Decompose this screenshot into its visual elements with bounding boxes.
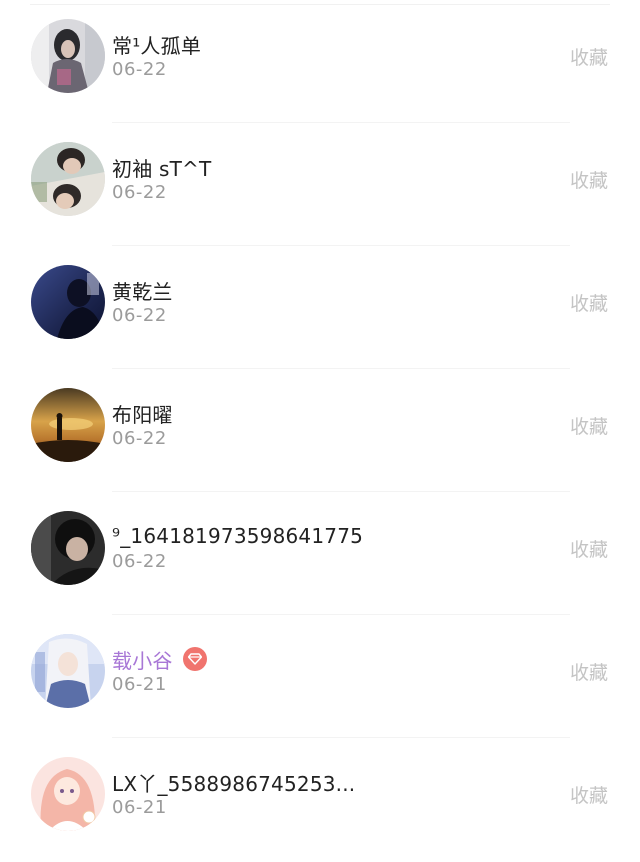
list-item[interactable]: 布阳曜 06-22 收藏 xyxy=(0,369,640,492)
avatar-anime-pink-hair-icon xyxy=(31,757,105,831)
avatar-photo-blue-night-icon xyxy=(31,265,105,339)
name-line: 载小谷 xyxy=(112,644,207,674)
date-label: 06-21 xyxy=(112,797,167,818)
name-line: 黄乾兰 xyxy=(112,275,173,305)
avatar[interactable] xyxy=(31,388,105,462)
date-label: 06-22 xyxy=(112,182,167,203)
collect-button[interactable]: 收藏 xyxy=(570,412,608,439)
name-line: ⁹_164181973598641775 xyxy=(112,521,363,551)
date-label: 06-22 xyxy=(112,551,167,572)
date-label: 06-21 xyxy=(112,674,167,695)
collect-button[interactable]: 收藏 xyxy=(570,43,608,70)
date-label: 06-22 xyxy=(112,428,167,449)
user-name[interactable]: 常¹人孤单 xyxy=(112,30,201,59)
list-item[interactable]: 常¹人孤单 06-22 收藏 xyxy=(0,0,640,123)
collect-button[interactable]: 收藏 xyxy=(570,166,608,193)
list-item[interactable]: 黄乾兰 06-22 收藏 xyxy=(0,246,640,369)
list-item[interactable]: 初袖 sT^T 06-22 收藏 xyxy=(0,123,640,246)
collect-button[interactable]: 收藏 xyxy=(570,658,608,685)
avatar-photo-sunset-silhouette-icon xyxy=(31,388,105,462)
avatar[interactable] xyxy=(31,634,105,708)
list-item[interactable]: LX丫_5588986745253... 06-21 收藏 xyxy=(0,738,640,861)
date-label: 06-22 xyxy=(112,59,167,80)
avatar-anime-white-hair-icon xyxy=(31,634,105,708)
date-label: 06-22 xyxy=(112,305,167,326)
collect-button[interactable]: 收藏 xyxy=(570,535,608,562)
name-line: LX丫_5588986745253... xyxy=(112,767,355,797)
avatar-photo-dark-boy-icon xyxy=(31,511,105,585)
avatar-photo-girl-mirror-icon xyxy=(31,19,105,93)
name-line: 初袖 sT^T xyxy=(112,152,211,182)
user-name[interactable]: 载小谷 xyxy=(112,645,173,674)
collect-button[interactable]: 收藏 xyxy=(570,289,608,316)
user-name[interactable]: LX丫_5588986745253... xyxy=(112,768,355,797)
avatar[interactable] xyxy=(31,265,105,339)
user-name[interactable]: 黄乾兰 xyxy=(112,276,173,305)
vip-diamond-icon xyxy=(182,647,207,671)
user-name[interactable]: 布阳曜 xyxy=(112,399,173,428)
avatar-photo-boys-collage-icon xyxy=(31,142,105,216)
user-name[interactable]: 初袖 sT^T xyxy=(112,153,211,182)
avatar[interactable] xyxy=(31,19,105,93)
list-item[interactable]: 载小谷 06-21 收藏 xyxy=(0,615,640,738)
list-item[interactable]: ⁹_164181973598641775 06-22 收藏 xyxy=(0,492,640,615)
collect-button[interactable]: 收藏 xyxy=(570,781,608,808)
avatar[interactable] xyxy=(31,511,105,585)
avatar[interactable] xyxy=(31,757,105,831)
user-name[interactable]: ⁹_164181973598641775 xyxy=(112,524,363,548)
avatar[interactable] xyxy=(31,142,105,216)
name-line: 常¹人孤单 xyxy=(112,29,201,59)
name-line: 布阳曜 xyxy=(112,398,173,428)
